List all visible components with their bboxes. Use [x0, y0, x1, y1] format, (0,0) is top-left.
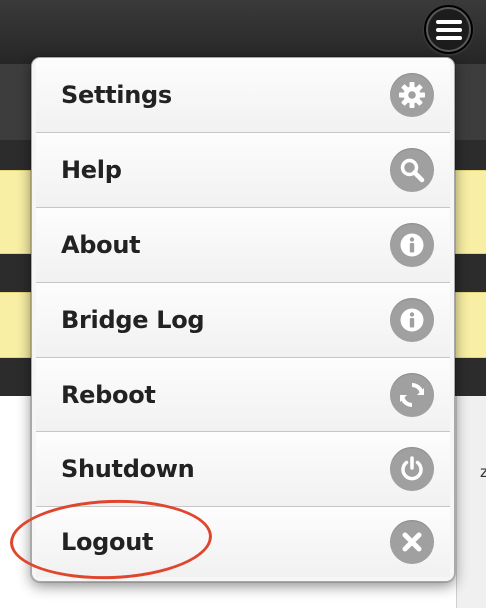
background-edge-text: z [480, 463, 486, 481]
popup-menu: Settings Help About Bridge Log Reboot Sh… [31, 57, 455, 582]
menu-item-settings[interactable]: Settings [36, 58, 450, 132]
hamburger-icon [435, 19, 462, 40]
close-icon [390, 520, 434, 564]
gear-icon [390, 73, 434, 117]
top-bar [0, 0, 486, 64]
menu-item-label: Shutdown [61, 455, 195, 483]
menu-item-bridge-log[interactable]: Bridge Log [36, 282, 450, 357]
menu-item-label: Reboot [61, 380, 156, 409]
info-icon [390, 298, 434, 342]
power-icon [390, 447, 434, 491]
menu-item-logout[interactable]: Logout [36, 506, 450, 577]
menu-item-reboot[interactable]: Reboot [36, 357, 450, 431]
menu-item-shutdown[interactable]: Shutdown [36, 431, 450, 506]
menu-item-about[interactable]: About [36, 207, 450, 282]
menu-button[interactable] [424, 5, 473, 54]
menu-item-label: Help [61, 156, 122, 184]
refresh-icon [390, 372, 434, 417]
menu-item-label: Logout [61, 528, 154, 556]
info-icon [390, 223, 434, 267]
menu-item-label: Settings [61, 81, 172, 109]
menu-item-label: Bridge Log [61, 306, 205, 334]
menu-item-help[interactable]: Help [36, 132, 450, 207]
search-icon [390, 148, 434, 192]
menu-item-label: About [61, 231, 141, 259]
